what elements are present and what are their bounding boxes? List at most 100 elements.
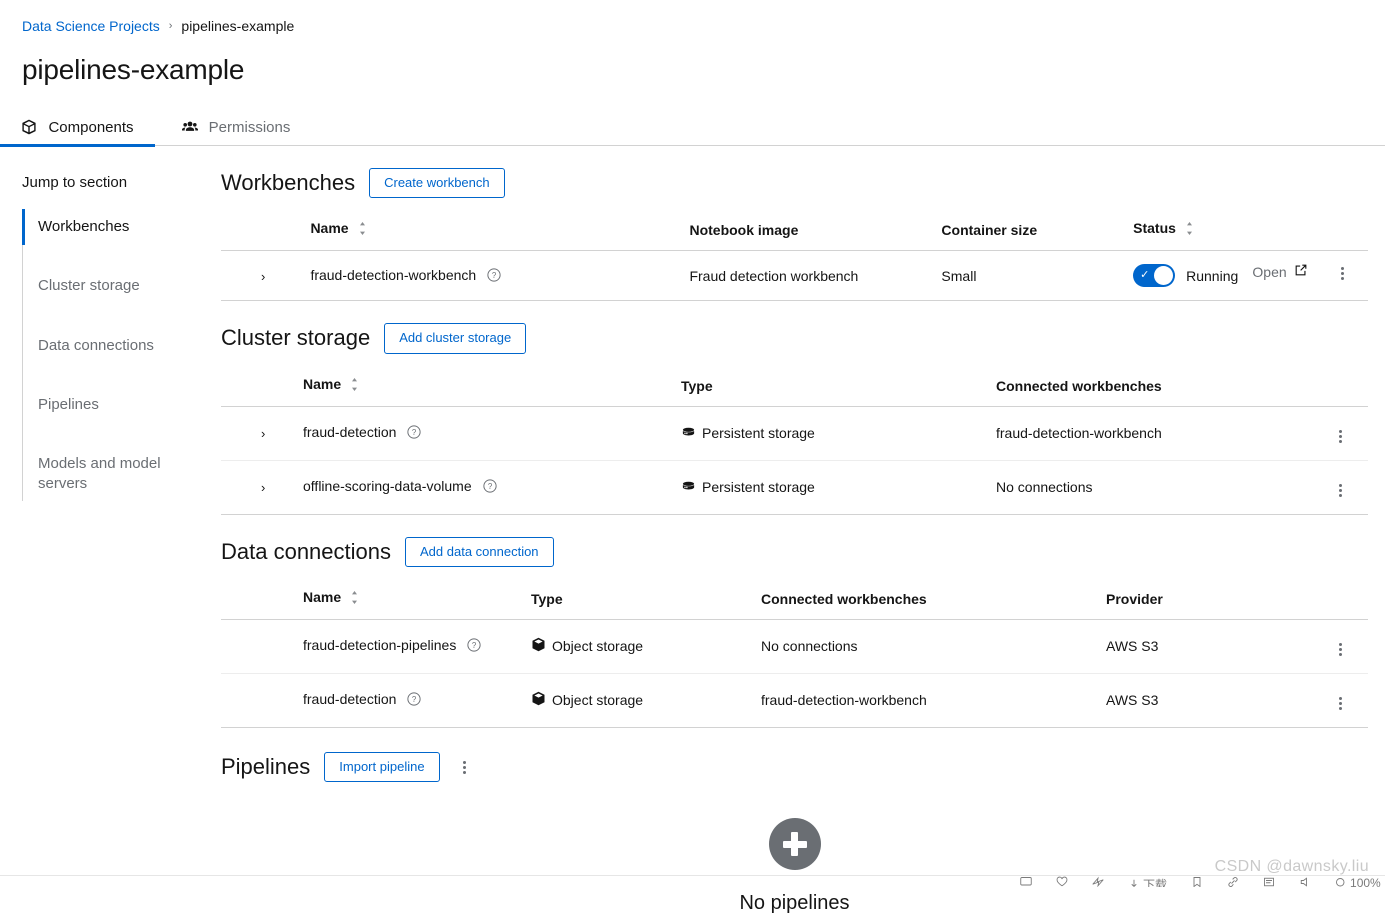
main-content: Workbenches Create workbench Name Notebo…: [221, 168, 1368, 915]
col-name[interactable]: Name: [306, 212, 686, 252]
help-icon[interactable]: ?: [407, 692, 421, 709]
zoom-level[interactable]: 100%: [1335, 876, 1381, 887]
svg-text:?: ?: [412, 428, 417, 437]
link-icon[interactable]: [1227, 876, 1239, 887]
chevron-right-icon[interactable]: ›: [261, 480, 265, 495]
row-expand-toggle[interactable]: ›: [221, 406, 299, 461]
row-kebab-menu[interactable]: [1337, 263, 1348, 284]
share-icon[interactable]: [1092, 876, 1104, 887]
section-data-connections: Data connections Add data connection Nam…: [221, 536, 1368, 728]
sidebar-item-data-connections[interactable]: Data connections: [38, 330, 202, 362]
watermark: CSDN @dawnsky.liu: [1214, 858, 1369, 875]
tab-permissions-label: Permissions: [208, 118, 291, 136]
status-label: Running: [1186, 267, 1239, 284]
pipelines-title: Pipelines: [221, 754, 311, 780]
row-expand-toggle[interactable]: ›: [221, 250, 307, 302]
col-status[interactable]: Status: [1129, 212, 1305, 252]
col-type: Type: [677, 367, 992, 407]
col-type: Type: [527, 580, 757, 620]
table-header-row: Name Type Connected workbenches Provider: [221, 580, 1368, 620]
connection-type-label: Object storage: [552, 692, 644, 709]
users-icon: [181, 119, 198, 135]
connection-type: Object storage: [527, 673, 757, 728]
breadcrumb: Data Science Projects › pipelines-exampl…: [22, 18, 294, 34]
sound-icon[interactable]: [1299, 876, 1311, 887]
col-name[interactable]: Name: [299, 367, 677, 407]
tab-permissions[interactable]: Permissions: [160, 108, 312, 146]
download-label: 下载: [1143, 878, 1168, 887]
workbenches-header: Workbenches Create workbench: [221, 168, 1368, 199]
storage-type: Persistent storage: [677, 460, 992, 515]
sort-icon[interactable]: [1185, 222, 1194, 238]
sort-icon[interactable]: [350, 377, 359, 394]
page-title: pipelines-example: [22, 54, 245, 85]
row-kebab-menu[interactable]: [1335, 693, 1346, 714]
connection-type-label: Object storage: [552, 638, 644, 655]
pipelines-kebab-menu[interactable]: [454, 754, 476, 780]
data-connections-title: Data connections: [221, 538, 391, 564]
col-expand: [221, 367, 299, 407]
check-icon: ✓: [1140, 269, 1150, 282]
storage-name-text: fraud-detection: [303, 424, 397, 441]
help-icon[interactable]: ?: [407, 425, 421, 442]
row-actions: [1312, 406, 1368, 461]
section-cluster-storage: Cluster storage Add cluster storage Name…: [221, 323, 1368, 515]
pipelines-header: Pipelines Import pipeline: [221, 751, 1368, 783]
import-pipeline-button[interactable]: Import pipeline: [324, 751, 440, 783]
connected-workbenches-value: fraud-detection-workbench: [992, 406, 1312, 461]
col-name[interactable]: Name: [299, 580, 527, 620]
storage-name: fraud-detection ?: [299, 406, 677, 461]
database-icon: [681, 478, 696, 496]
connected-workbenches-value: No connections: [992, 460, 1312, 515]
sidebar-item-pipelines[interactable]: Pipelines: [38, 389, 202, 421]
help-icon[interactable]: ?: [467, 638, 481, 655]
svg-text:?: ?: [472, 642, 477, 651]
create-workbench-button[interactable]: Create workbench: [369, 168, 505, 199]
provider-value: AWS S3: [1102, 673, 1312, 728]
jump-to-section-nav: Jump to section Workbenches Cluster stor…: [22, 174, 202, 501]
sidebar-item-models-and-model-servers[interactable]: Models and model servers: [38, 448, 188, 501]
tab-components[interactable]: Components: [0, 108, 155, 147]
download-icon[interactable]: 下载: [1128, 876, 1167, 887]
row-expand-toggle[interactable]: ›: [221, 460, 299, 515]
section-pipelines: Pipelines Import pipeline No pipelines: [221, 751, 1368, 915]
add-cluster-storage-button[interactable]: Add cluster storage: [384, 323, 527, 354]
chevron-right-icon[interactable]: ›: [261, 426, 265, 441]
help-icon[interactable]: ?: [487, 268, 501, 285]
breadcrumb-link-projects[interactable]: Data Science Projects: [22, 18, 160, 34]
svg-text:?: ?: [412, 696, 417, 705]
sidebar-item-cluster-storage[interactable]: Cluster storage: [38, 270, 202, 302]
connection-name: fraud-detection-pipelines ?: [299, 619, 527, 674]
heart-icon[interactable]: [1056, 876, 1068, 887]
table-row: fraud-detection-pipelines ? Object stora…: [221, 619, 1368, 674]
database-icon: [681, 424, 696, 442]
col-actions: [1312, 367, 1368, 407]
row-kebab-menu[interactable]: [1335, 480, 1346, 501]
sort-icon[interactable]: [350, 590, 359, 607]
help-icon[interactable]: ?: [482, 479, 497, 496]
connection-name: fraud-detection ?: [299, 673, 527, 728]
note-icon[interactable]: [1263, 876, 1275, 887]
table-row: › offline-scoring-data-volume ? Persiste…: [221, 460, 1368, 515]
workbench-status-toggle[interactable]: ✓: [1133, 264, 1176, 288]
row-kebab-menu[interactable]: [1335, 426, 1346, 447]
cluster-storage-header: Cluster storage Add cluster storage: [221, 323, 1368, 354]
section-workbenches: Workbenches Create workbench Name Notebo…: [221, 168, 1368, 302]
pipelines-empty-state: No pipelines: [221, 796, 1368, 915]
bottom-toolbar: 下载 100%: [1020, 876, 1385, 887]
row-spacer: [221, 619, 299, 674]
comment-icon[interactable]: [1020, 876, 1032, 887]
workbenches-title: Workbenches: [221, 170, 356, 196]
cube-icon: [21, 119, 37, 135]
provider-value: AWS S3: [1102, 619, 1312, 674]
chevron-right-icon[interactable]: ›: [261, 269, 265, 284]
bookmark-icon[interactable]: [1191, 876, 1203, 887]
add-data-connection-button[interactable]: Add data connection: [405, 536, 554, 567]
sidebar-item-workbenches[interactable]: Workbenches: [22, 208, 202, 246]
open-workbench-link[interactable]: Open: [1252, 263, 1307, 280]
col-connected-workbenches: Connected workbenches: [992, 367, 1312, 407]
row-kebab-menu[interactable]: [1335, 639, 1346, 660]
sort-icon[interactable]: [358, 222, 367, 238]
jump-to-section-title: Jump to section: [22, 174, 128, 191]
connection-type: Object storage: [527, 619, 757, 674]
